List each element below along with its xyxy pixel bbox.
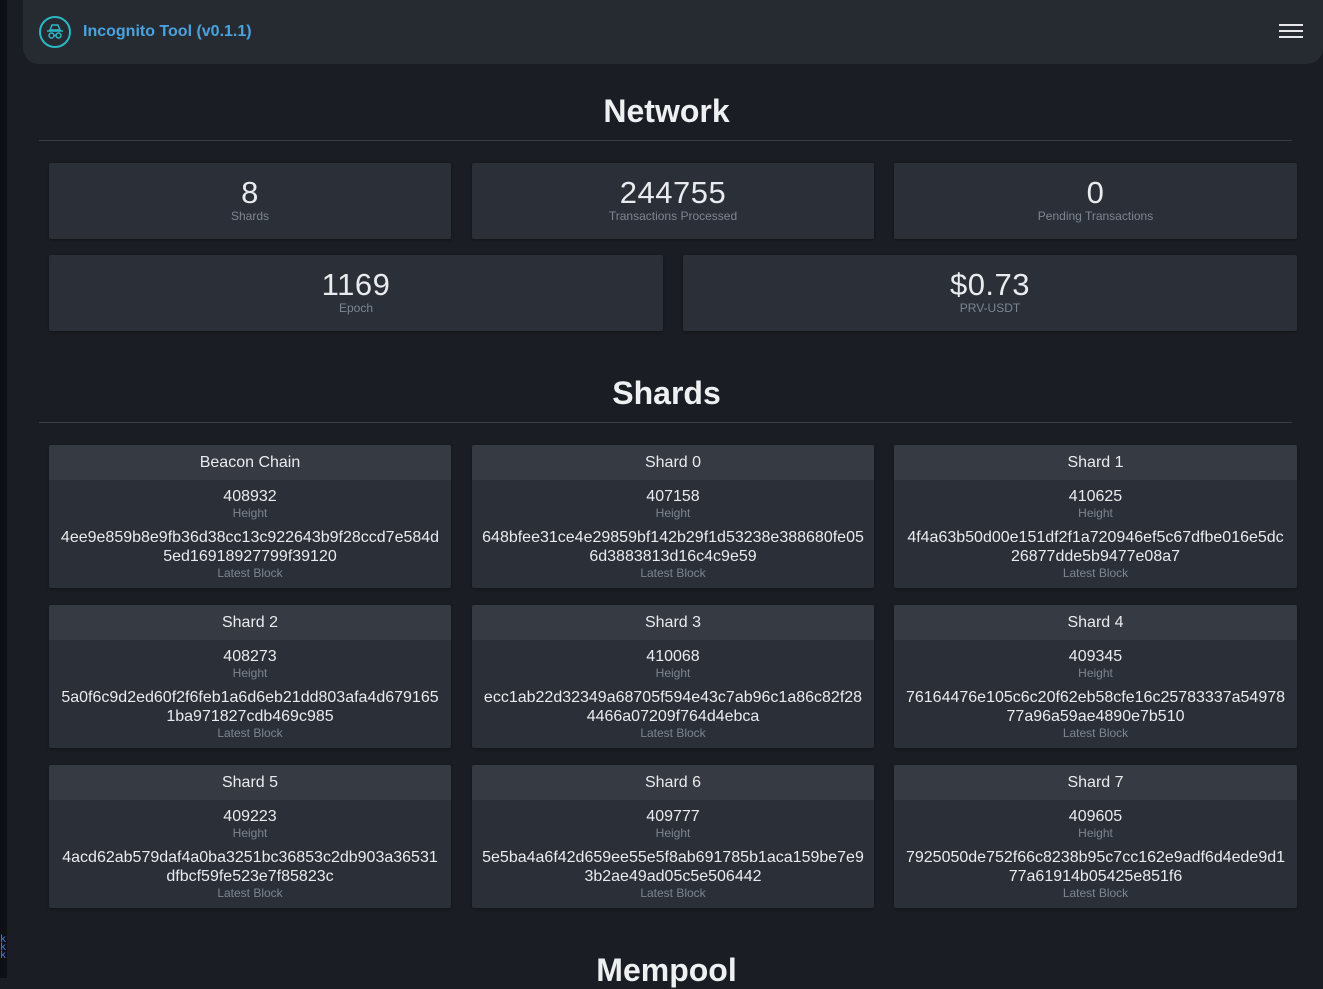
shard-height: 408273 (223, 648, 277, 665)
latest-block-hash: 5e5ba4a6f42d659ee55e5f8ab691785b1aca159b… (482, 849, 864, 885)
shard-name: Shard 1 (894, 445, 1297, 480)
latest-block-hash: 4f4a63b50d00e151df2f1a720946ef5c67dfbe01… (907, 529, 1284, 565)
stat-transactions-processed: 244755 Transactions Processed (472, 163, 874, 239)
shard-name: Shard 0 (472, 445, 874, 480)
latest-block-label: Latest Block (217, 886, 283, 900)
shard-height: 410625 (1068, 488, 1123, 505)
latest-block-label: Latest Block (217, 726, 283, 740)
height-label: Height (655, 826, 691, 840)
stat-epoch: 1169 Epoch (49, 255, 663, 331)
stat-value: 1169 (321, 267, 391, 302)
stat-label: Pending Transactions (1037, 209, 1154, 223)
shard-name: Shard 7 (894, 765, 1297, 800)
latest-block-hash: 7925050de752f66c8238b95c7cc162e9adf6d4ed… (905, 849, 1286, 885)
shard-card-7: Shard 7 409605 Height 7925050de752f66c82… (894, 765, 1297, 908)
shard-height: 408932 (223, 488, 277, 505)
shards-divider (39, 422, 1292, 423)
shard-name: Shard 5 (49, 765, 451, 800)
height-label: Height (1078, 666, 1113, 680)
shard-card-2: Shard 2 408273 Height 5a0f6c9d2ed60f2f6f… (49, 605, 451, 748)
latest-block-label: Latest Block (1062, 566, 1129, 580)
latest-block-label: Latest Block (217, 566, 283, 580)
latest-block-label: Latest Block (1062, 886, 1129, 900)
stat-label: PRV-USDT (959, 301, 1021, 315)
stat-value: 0 (1086, 175, 1105, 210)
height-label: Height (232, 666, 268, 680)
latest-block-label: Latest Block (640, 726, 706, 740)
shard-card-0: Shard 0 407158 Height 648bfee31ce4e29859… (472, 445, 874, 588)
latest-block-hash: 4ee9e859b8e9fb36d38cc13c922643b9f28ccd7e… (60, 529, 440, 565)
latest-block-hash: 76164476e105c6c20f62eb58cfe16c25783337a5… (905, 689, 1286, 725)
latest-block-hash: ecc1ab22d32349a68705f594e43c7ab96c1a86c8… (483, 689, 863, 725)
latest-block-label: Latest Block (1062, 726, 1129, 740)
shard-height: 409345 (1068, 648, 1123, 665)
shard-height: 410068 (646, 648, 700, 665)
shard-card-4: Shard 4 409345 Height 76164476e105c6c20f… (894, 605, 1297, 748)
latest-block-label: Latest Block (640, 886, 706, 900)
stat-value: 244755 (619, 175, 727, 210)
stat-prv-usdt: $0.73 PRV-USDT (683, 255, 1297, 331)
incognito-spy-icon[interactable] (39, 16, 71, 48)
shard-card-6: Shard 6 409777 Height 5e5ba4a6f42d659ee5… (472, 765, 874, 908)
latest-block-hash: 648bfee31ce4e29859bf142b29f1d53238e38868… (482, 529, 864, 565)
latest-block-label: Latest Block (640, 566, 706, 580)
height-label: Height (1078, 506, 1113, 520)
height-label: Height (232, 826, 268, 840)
top-navbar: Incognito Tool (v0.1.1) (23, 0, 1323, 64)
height-label: Height (1078, 826, 1113, 840)
stat-label: Epoch (338, 301, 374, 315)
shard-name: Shard 3 (472, 605, 874, 640)
network-title: Network (603, 93, 730, 129)
hamburger-menu-icon[interactable] (1279, 20, 1303, 42)
latest-block-hash: 4acd62ab579daf4a0ba3251bc36853c2db903a36… (62, 849, 438, 885)
height-label: Height (655, 506, 691, 520)
shard-card-beacon-chain: Beacon Chain 408932 Height 4ee9e859b8e9f… (49, 445, 451, 588)
stat-value: 8 (241, 175, 259, 210)
shard-height: 407158 (646, 488, 700, 505)
stat-value: $0.73 (949, 267, 1031, 302)
network-divider (39, 140, 1292, 141)
stat-shards: 8 Shards (49, 163, 451, 239)
stat-pending-transactions: 0 Pending Transactions (894, 163, 1297, 239)
stat-label: Transactions Processed (608, 209, 738, 223)
shard-height: 409605 (1068, 808, 1123, 825)
shard-card-5: Shard 5 409223 Height 4acd62ab579daf4a0b… (49, 765, 451, 908)
shard-card-3: Shard 3 410068 Height ecc1ab22d32349a687… (472, 605, 874, 748)
shard-name: Shard 6 (472, 765, 874, 800)
shard-name: Beacon Chain (49, 445, 451, 480)
app-title[interactable]: Incognito Tool (v0.1.1) (83, 23, 252, 41)
height-label: Height (655, 666, 691, 680)
mempool-title: Mempool (596, 952, 737, 988)
height-label: Height (232, 506, 268, 520)
stat-label: Shards (230, 209, 270, 223)
shards-title: Shards (612, 375, 721, 411)
shard-name: Shard 4 (894, 605, 1297, 640)
latest-block-hash: 5a0f6c9d2ed60f2f6feb1a6d6eb21dd803afa4d6… (61, 689, 439, 725)
shard-height: 409223 (223, 808, 277, 825)
left-edge-bar: kkk (0, 0, 7, 978)
shard-name: Shard 2 (49, 605, 451, 640)
shard-height: 409777 (646, 808, 700, 825)
shard-card-1: Shard 1 410625 Height 4f4a63b50d00e151df… (894, 445, 1297, 588)
